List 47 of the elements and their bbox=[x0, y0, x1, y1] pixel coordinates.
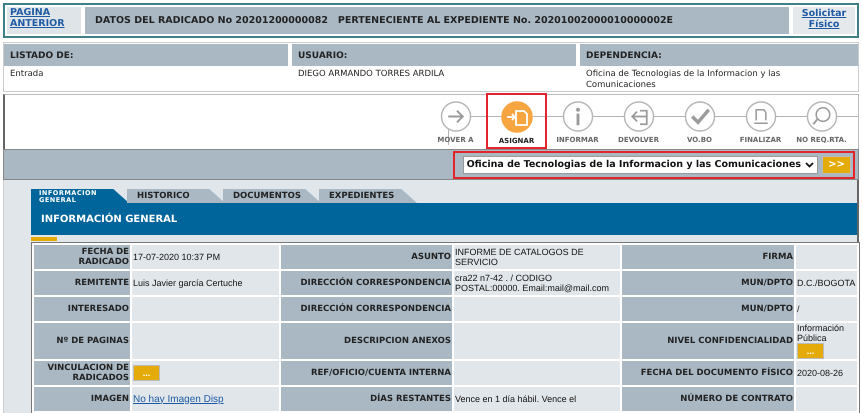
field-label: REF/OFICIO/CUENTA INTERNA bbox=[281, 361, 452, 385]
field-label: VINCULACION DE RADICADOS bbox=[34, 361, 130, 385]
tab[interactable]: HISTORICO bbox=[127, 189, 225, 203]
column-header: USUARIO: bbox=[292, 44, 576, 66]
field-label: DESCRIPCION ANEXOS bbox=[281, 323, 452, 359]
field-value: D.C./BOGOTA bbox=[797, 278, 856, 288]
field-value: Luis Javier garcía Certuche bbox=[133, 278, 243, 288]
field-label: DÍAS RESTANTES bbox=[281, 387, 452, 411]
field-label: NIVEL CONFIDENCIALIDAD bbox=[622, 323, 794, 359]
record-title: DATOS DEL RADICADO No 20201200000082 PERTENECIENTE AL EXPEDIENTE No. 20201002000010000002E bbox=[85, 7, 789, 34]
field-label: NÚMERO DE CONTRATO bbox=[622, 387, 794, 411]
field-label: FECHA DEL DOCUMENTO FÍSICO bbox=[622, 361, 794, 385]
field-label: FECHA DE RADICADO bbox=[34, 245, 130, 269]
field-value: INFORME DE CATALOGOS DE SERVICIO bbox=[455, 247, 584, 267]
field-label: MUN/DPTO bbox=[622, 271, 794, 295]
back-link[interactable]: PAGINA ANTERIOR bbox=[7, 7, 81, 34]
column-header: LISTADO DE: bbox=[4, 44, 288, 66]
checkmark-icon bbox=[684, 101, 716, 132]
field-value: Vence en 1 día hábil. Vence el bbox=[455, 394, 576, 404]
field-label: REMITENTE bbox=[34, 271, 130, 295]
column-value: DIEGO ARMANDO TORRES ARDILA bbox=[297, 68, 446, 80]
request-link[interactable]: Solicitar Físico bbox=[793, 7, 855, 34]
destination-select[interactable]: Oficina de Tecnologias de la Informacion y las Comunicaciones bbox=[462, 156, 818, 174]
field-value: Información Pública bbox=[797, 323, 846, 343]
field-label: INTERESADO bbox=[34, 297, 130, 321]
tab[interactable]: DOCUMENTOS bbox=[223, 189, 321, 203]
tab-marker bbox=[31, 237, 57, 241]
info-icon bbox=[562, 101, 594, 132]
tab[interactable]: EXPEDIENTES bbox=[319, 189, 417, 203]
field-label: DIRECCIÓN CORRESPONDENCIA bbox=[281, 297, 452, 321]
field-value: 2020-08-26 bbox=[797, 368, 844, 378]
field-label: MUN/DPTO bbox=[622, 297, 794, 321]
field-label: Nº DE PAGINAS bbox=[34, 323, 130, 359]
document-icon bbox=[744, 101, 776, 132]
field-label: ASUNTO bbox=[281, 245, 452, 269]
field-label: DIRECCIÓN CORRESPONDENCIA bbox=[281, 271, 452, 295]
column-header: DEPENDENCIA: bbox=[580, 44, 858, 66]
field-label: IMAGEN bbox=[34, 387, 130, 411]
magnifier-icon bbox=[806, 101, 838, 132]
column-value: Entrada bbox=[9, 68, 44, 80]
column-value: Oficina de Tecnologias de la Informacion y las Comunicaciones bbox=[585, 68, 782, 91]
field-value: 17-07-2020 10:37 PM bbox=[133, 252, 220, 262]
section-title: INFORMACIÓN GENERAL bbox=[31, 203, 857, 235]
field-label: FIRMA bbox=[622, 245, 794, 269]
chevron-down-icon bbox=[805, 162, 814, 168]
field-value: / bbox=[797, 304, 800, 314]
field-value: cra22 n7-42 . / CODIGO POSTAL:00000. Email:mail@mail.com bbox=[455, 273, 610, 293]
